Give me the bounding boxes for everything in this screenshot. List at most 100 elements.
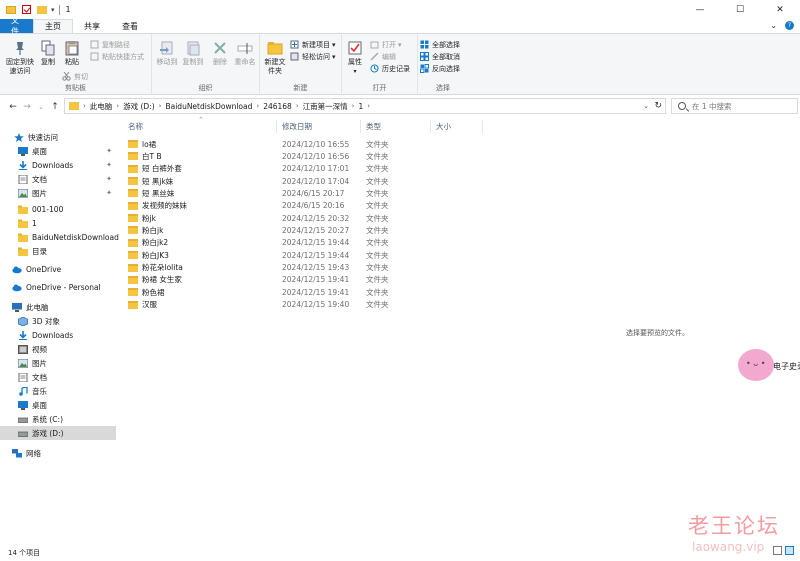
properties-check-icon[interactable] [22,5,31,14]
sidebar-item[interactable]: 图片 [0,356,116,370]
move-to-button[interactable]: 移动到 [154,40,180,67]
select-all-button[interactable]: 全部选择 [420,39,460,50]
breadcrumb-drive-d[interactable]: 游戏 (D:) [123,101,155,112]
file-row[interactable]: 短 黑jk妹 2024/12/10 17:04 文件夹 [126,175,466,187]
column-header-name[interactable]: 名称 [128,120,143,133]
minimize-button[interactable]: — [680,0,720,19]
sidebar-item[interactable]: Downloads [0,328,116,342]
file-row[interactable]: 粉花朵lolita 2024/12/15 19:43 文件夹 [126,262,466,274]
file-row[interactable]: 汉服 2024/12/15 19:40 文件夹 [126,299,466,311]
file-row[interactable]: 粉jk 2024/12/15 20:32 文件夹 [126,212,466,224]
sidebar-item[interactable]: 图片 ✦ [0,186,116,200]
sidebar-item[interactable]: 快速访问 [0,130,116,144]
sidebar-item[interactable]: 音乐 [0,384,116,398]
sidebar-item[interactable]: Downloads ✦ [0,158,116,172]
forward-arrow-icon[interactable]: → [20,102,34,112]
breadcrumb-jiangnan[interactable]: 江南第一深情 [303,101,348,112]
column-header-date[interactable]: 修改日期 [282,120,312,133]
sort-caret-icon: ⌃ [198,116,204,124]
column-header-type[interactable]: 类型 [366,120,381,133]
search-box[interactable]: 在 1 中搜索 [671,98,798,114]
open-button[interactable]: 打开 ▾ [370,39,402,50]
quick-access-toolbar-dropdown[interactable]: ▾ [51,6,55,14]
tab-file[interactable]: 文件 [0,16,33,36]
up-arrow-icon[interactable]: ↑ [48,102,62,112]
sidebar-item[interactable]: 文档 [0,370,116,384]
breadcrumb-separator[interactable]: › [367,102,370,110]
copy-to-button[interactable]: 复制到 [180,40,206,67]
file-row[interactable]: 粉白jk 2024/12/15 20:27 文件夹 [126,224,466,236]
breadcrumb-separator[interactable]: › [159,102,162,110]
help-icon[interactable]: ? [785,21,794,30]
column-header-size[interactable]: 大小 [436,120,451,133]
paste-button[interactable]: 粘贴 [62,40,82,67]
close-button[interactable]: ✕ [760,0,800,19]
sidebar-item[interactable]: 目录 [0,244,116,258]
file-row[interactable]: 粉白JK3 2024/12/15 19:44 文件夹 [126,249,466,261]
file-row[interactable]: 白T B 2024/12/10 16:56 文件夹 [126,150,466,162]
breadcrumb-separator[interactable]: › [296,102,299,110]
invert-selection-button[interactable]: 反向选择 [420,63,460,74]
chevron-down-icon[interactable]: ⌄ [770,21,777,30]
pin-to-quick-access-button[interactable]: 固定到快速访问 [4,40,36,76]
breadcrumb-baidunetdiskdownload[interactable]: BaiduNetdiskDownload [165,102,252,111]
tab-share[interactable]: 共享 [73,19,111,33]
breadcrumb-1[interactable]: 1 [358,102,363,111]
paste-shortcut-button[interactable]: 粘贴快捷方式 [90,51,144,62]
file-row[interactable]: lo裙 2024/12/10 16:55 文件夹 [126,138,466,150]
sidebar-item[interactable]: 视频 [0,342,116,356]
new-folder-button[interactable]: 新建文件夹 [262,40,288,76]
easy-access-button[interactable]: 轻松访问 ▾ [290,51,336,62]
column-divider[interactable] [360,120,361,133]
column-divider[interactable] [430,120,431,133]
back-arrow-icon[interactable]: ← [6,102,20,112]
tab-home[interactable]: 主页 [33,19,73,33]
file-row[interactable]: 粉裙 女生家 2024/12/15 19:41 文件夹 [126,274,466,286]
sidebar-item[interactable]: BaiduNetdiskDownload [0,230,119,244]
sidebar-item[interactable]: 桌面 ✦ [0,144,116,158]
properties-button[interactable]: 属性 ▾ [344,40,366,76]
refresh-icon[interactable]: ↻ [654,101,662,111]
large-icons-view-icon[interactable] [785,546,794,555]
breadcrumb-separator[interactable]: › [352,102,355,110]
file-row[interactable]: 短 黑丝妹 2024/6/15 20:17 文件夹 [126,187,466,199]
column-divider[interactable] [482,120,483,133]
history-button[interactable]: 历史记录 [370,63,410,74]
recent-locations-chevron-icon[interactable]: ⌄ [34,103,48,111]
sidebar-item[interactable]: OneDrive - Personal [0,280,116,294]
file-row[interactable]: 短 白裤外套 2024/12/10 17:01 文件夹 [126,163,466,175]
column-divider[interactable] [276,120,277,133]
breadcrumb-246168[interactable]: 246168 [263,102,292,111]
sidebar-item[interactable]: 系统 (C:) [0,412,116,426]
cut-button[interactable]: 剪切 [62,71,88,82]
maximize-button[interactable]: ☐ [720,0,760,19]
file-row[interactable]: 发视频的妹妹 2024/6/15 20:16 文件夹 [126,200,466,212]
new-item-button[interactable]: 新建项目 ▾ [290,39,336,50]
sidebar-item[interactable]: OneDrive [0,262,116,276]
sidebar-item[interactable]: 网络 [0,446,116,460]
breadcrumb-separator[interactable]: › [256,102,259,110]
new-folder-quick-icon[interactable] [37,5,47,14]
sidebar-item[interactable]: 桌面 [0,398,116,412]
sidebar-item[interactable]: 此电脑 [0,300,116,314]
sidebar-item[interactable]: 1 [0,216,116,230]
address-bar[interactable]: › 此电脑 › 游戏 (D:) › BaiduNetdiskDownload ›… [64,98,666,114]
details-view-icon[interactable] [773,546,782,555]
select-none-button[interactable]: 全部取消 [420,51,460,62]
drive-icon [17,415,29,424]
rename-button[interactable]: 重命名 [232,40,258,67]
copy-button[interactable]: 复制 [38,40,58,67]
sidebar-item[interactable]: 文档 ✦ [0,172,116,186]
copy-path-button[interactable]: 复制路径 [90,39,130,50]
address-history-chevron-icon[interactable]: ⌄ [643,102,649,110]
sidebar-item[interactable]: 001-100 [0,202,116,216]
edit-button[interactable]: 编辑 [370,51,396,62]
file-row[interactable]: 粉白jk2 2024/12/15 19:44 文件夹 [126,237,466,249]
breadcrumb-this-pc[interactable]: 此电脑 [90,101,113,112]
sidebar-item[interactable]: 游戏 (D:) [0,426,116,440]
delete-button[interactable]: 删除 [210,40,230,67]
sidebar-item[interactable]: 3D 对象 [0,314,116,328]
file-row[interactable]: 粉色裙 2024/12/15 19:41 文件夹 [126,286,466,298]
tab-view[interactable]: 查看 [111,19,149,33]
breadcrumb-separator[interactable]: › [116,102,119,110]
